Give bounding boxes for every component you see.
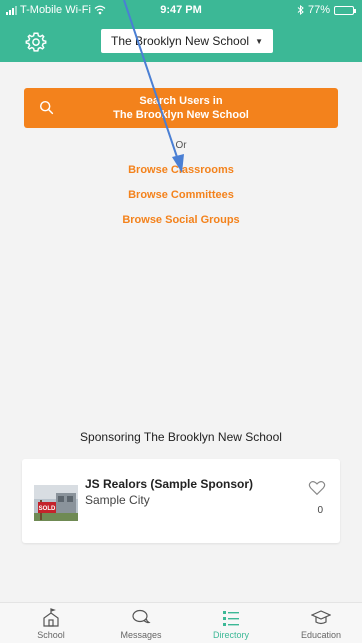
directory-content: Search Users in The Brooklyn New School … xyxy=(0,62,362,602)
app-header: T-Mobile Wi-Fi 9:47 PM 77% The Brooklyn … xyxy=(0,0,362,62)
search-icon xyxy=(39,100,54,115)
tab-education-label: Education xyxy=(300,630,342,640)
messages-icon xyxy=(132,609,151,624)
sold-sign-text: SOLD xyxy=(39,506,56,512)
tab-education[interactable]: Education xyxy=(281,605,361,640)
tab-school-label: School xyxy=(37,630,65,640)
directory-icon xyxy=(223,611,239,626)
school-icon xyxy=(43,608,59,627)
browse-social-groups-link[interactable]: Browse Social Groups xyxy=(0,214,362,226)
school-selector[interactable]: The Brooklyn New School ▼ xyxy=(101,29,273,53)
or-separator: Or xyxy=(175,140,187,151)
sponsor-heading: Sponsoring The Brooklyn New School xyxy=(80,430,282,444)
search-button-line2: The Brooklyn New School xyxy=(113,109,249,121)
browse-committees-link[interactable]: Browse Committees xyxy=(0,189,362,201)
tab-school[interactable]: School xyxy=(11,605,91,640)
tab-messages[interactable]: Messages xyxy=(101,605,181,640)
search-users-button[interactable]: Search Users in The Brooklyn New School xyxy=(24,88,338,128)
browse-classrooms-link[interactable]: Browse Classrooms xyxy=(0,164,362,176)
bluetooth-icon xyxy=(297,5,304,15)
tab-messages-label: Messages xyxy=(120,630,162,640)
heart-icon[interactable] xyxy=(308,479,326,497)
sponsor-city: Sample City xyxy=(85,493,150,507)
sponsor-image: SOLD xyxy=(34,485,78,521)
sponsor-card[interactable]: SOLD JS Realors (Sample Sponsor) Sample … xyxy=(22,459,340,543)
education-icon xyxy=(311,610,331,625)
like-count: 0 xyxy=(317,505,323,516)
gear-icon[interactable] xyxy=(25,31,47,53)
tab-directory-label: Directory xyxy=(212,630,249,640)
battery-percent: 77% xyxy=(307,4,330,16)
battery-group: 77% xyxy=(297,4,356,16)
chevron-down-icon: ▼ xyxy=(255,36,263,46)
battery-icon xyxy=(334,5,356,15)
tab-directory[interactable]: Directory xyxy=(191,605,271,640)
school-selector-label: The Brooklyn New School xyxy=(111,34,250,48)
sponsor-name: JS Realors (Sample Sponsor) xyxy=(85,477,254,491)
tab-bar: School Messages Directory Education xyxy=(0,602,362,643)
search-button-line1: Search Users in xyxy=(139,95,223,107)
status-bar: T-Mobile Wi-Fi 9:47 PM 77% xyxy=(0,0,362,20)
